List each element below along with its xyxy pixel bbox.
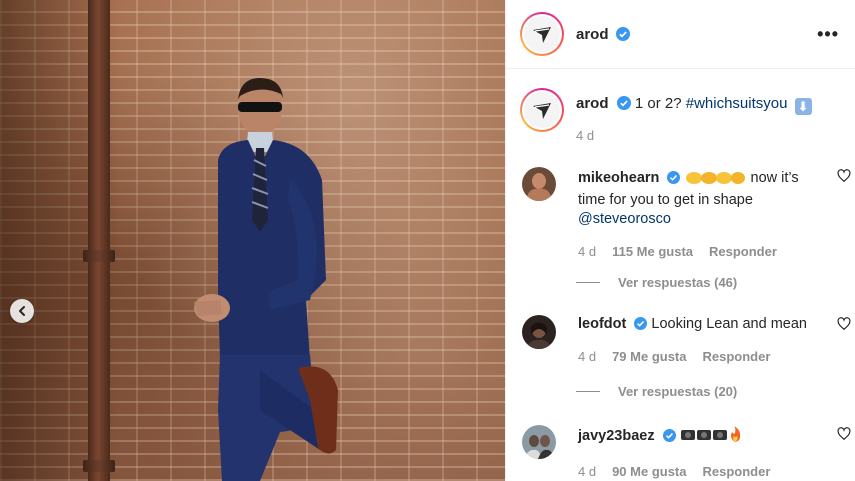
comment-username[interactable]: javy23baez — [578, 428, 655, 444]
reply-button[interactable]: Responder — [703, 347, 771, 366]
caption-avatar[interactable] — [520, 88, 564, 132]
comment-avatar[interactable] — [522, 315, 556, 349]
view-replies-button[interactable]: Ver respuestas (20) — [576, 384, 737, 399]
comment-time[interactable]: 4 d — [578, 242, 596, 261]
header-username-wrap: arod — [576, 26, 631, 43]
post-photo[interactable] — [0, 0, 505, 481]
comment-username[interactable]: leofdot — [578, 316, 626, 332]
heart-icon[interactable] — [837, 317, 851, 334]
comment-likes[interactable]: 79 Me gusta — [612, 347, 686, 366]
verified-badge-icon — [616, 96, 631, 110]
view-replies-label: Ver respuestas (20) — [618, 384, 738, 399]
comment-avatar[interactable] — [522, 167, 556, 201]
pipe-joint — [83, 250, 115, 262]
comment-item: mikeohearn now it’s time for you to get … — [522, 167, 851, 261]
view-replies-label: Ver respuestas (46) — [618, 275, 738, 290]
verified-badge-icon — [616, 26, 631, 41]
avatar[interactable] — [520, 12, 564, 56]
comment-item: leofdot Looking Lean and mean 4 d 79 Me … — [522, 315, 851, 366]
reply-button[interactable]: Responder — [703, 462, 771, 481]
caption-time[interactable]: 4 d — [576, 128, 812, 143]
man-in-suit-figure — [194, 78, 338, 481]
comment-meta: 4 d 115 Me gusta Responder — [578, 242, 828, 261]
comment-mention[interactable]: @steveorosco — [578, 211, 671, 227]
comment-meta: 4 d 79 Me gusta Responder — [578, 347, 828, 366]
caption-hashtag[interactable]: #whichsuitsyou — [686, 95, 788, 112]
heart-icon[interactable] — [837, 169, 851, 186]
comment-item: javy23baez 4 d 90 Me gusta Responder — [522, 425, 851, 481]
down-arrow-emoji: ⬇ — [794, 98, 812, 115]
reply-button[interactable]: Responder — [709, 242, 777, 261]
replies-divider — [576, 282, 600, 283]
comment-meta: 4 d 90 Me gusta Responder — [578, 462, 828, 481]
carousel-prev-button[interactable] — [10, 299, 34, 323]
verified-badge-icon — [667, 171, 681, 184]
comments-panel: arod ••• arod 1 or 2? #whichsuitsyou ⬇ 4… — [505, 0, 855, 481]
post-header: arod ••• — [506, 0, 855, 69]
comment-likes[interactable]: 90 Me gusta — [612, 462, 686, 481]
caption-text: 1 or 2? — [634, 95, 682, 112]
clapping-hands-emoji — [684, 167, 746, 191]
comment-text: Looking Lean and mean — [651, 316, 807, 332]
caption-username[interactable]: arod — [576, 95, 609, 112]
view-replies-button[interactable]: Ver respuestas (46) — [576, 275, 737, 290]
arod-logo-icon — [533, 103, 551, 119]
verified-badge-icon — [634, 317, 648, 330]
pipe-joint — [83, 460, 115, 472]
chevron-left-icon — [19, 306, 25, 316]
comment-avatar[interactable] — [522, 425, 556, 459]
post-view: arod ••• arod 1 or 2? #whichsuitsyou ⬇ 4… — [0, 0, 855, 481]
comment-time[interactable]: 4 d — [578, 347, 596, 366]
comment-time[interactable]: 4 d — [578, 462, 596, 481]
more-options-icon[interactable]: ••• — [817, 24, 839, 45]
header-username[interactable]: arod — [576, 26, 609, 43]
heart-icon[interactable] — [837, 427, 851, 444]
post-caption: arod 1 or 2? #whichsuitsyou ⬇ 4 d — [520, 88, 845, 143]
comment-username[interactable]: mikeohearn — [578, 170, 659, 186]
arod-logo-icon — [533, 27, 551, 43]
comment-likes[interactable]: 115 Me gusta — [612, 242, 693, 261]
camera-fire-emoji — [680, 425, 742, 449]
drain-pipe — [88, 0, 110, 481]
verified-badge-icon — [662, 429, 676, 442]
replies-divider — [576, 391, 600, 392]
